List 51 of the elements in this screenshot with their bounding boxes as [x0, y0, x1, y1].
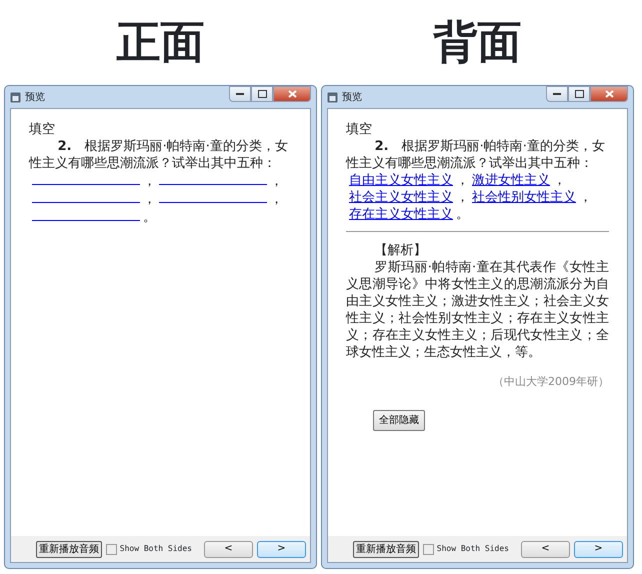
replay-audio-button[interactable]: 重新播放音频	[352, 540, 419, 558]
answer-text: 社会性别女性主义	[472, 190, 576, 205]
maximize-icon	[258, 90, 266, 98]
hide-all-button[interactable]: 全部隐藏	[373, 410, 425, 431]
minimize-icon	[236, 92, 244, 96]
minimize-button[interactable]	[229, 86, 251, 102]
punctuation: ，	[553, 173, 566, 188]
minimize-icon	[553, 92, 561, 96]
punctuation: ，	[143, 192, 156, 207]
app-icon	[327, 92, 338, 102]
minimize-button[interactable]	[546, 86, 568, 102]
answer-text: 社会主义女性主义	[349, 190, 453, 205]
answer-text: 激进女性主义	[472, 173, 550, 188]
nav-button[interactable]: >	[574, 540, 623, 558]
analysis-text: 罗斯玛丽·帕特南·童在其代表作《女性主义思潮导论》中将女性主义的思潮流派分为自由主义女性主义；激进女性主义；社会主义女性主义；社会性别女性主义；存在主义女性主义；存在主义女性主义；后现代女性主义；全球女性主义；生态女性主义，等。	[346, 259, 609, 361]
close-icon	[288, 90, 296, 98]
punctuation: ，	[456, 173, 469, 188]
maximize-button[interactable]	[568, 86, 590, 102]
checkbox-label: Show Both Sides	[120, 543, 192, 555]
panel-heading: 背面	[432, 16, 522, 70]
question-text: 2. 根据罗斯玛丽·帕特南·童的分类，女性主义有哪些思潮流派？试举出其中五种：	[29, 138, 289, 172]
section-label: 填空	[29, 121, 56, 138]
nav-button[interactable]: >	[257, 540, 306, 558]
punctuation: ，	[456, 190, 469, 205]
maximize-icon	[574, 90, 584, 98]
section-label: 填空	[346, 121, 373, 138]
panel-heading: 正面	[116, 16, 206, 70]
window-title: 预览	[342, 90, 362, 104]
replay-audio-button[interactable]: 重新播放音频	[36, 540, 102, 558]
question-text: 2. 根据罗斯玛丽·帕特南·童的分类，女性主义有哪些思潮流派？试举出其中五种：	[346, 138, 606, 172]
window-title: 预览	[25, 90, 45, 104]
punctuation: 。	[143, 210, 156, 225]
nav-button[interactable]: <	[521, 540, 570, 558]
checkbox[interactable]	[106, 544, 117, 554]
punctuation: ，	[579, 190, 592, 205]
close-button[interactable]	[273, 86, 311, 102]
punctuation: 。	[456, 207, 469, 222]
close-button[interactable]	[590, 86, 628, 102]
punctuation: ，	[270, 174, 283, 189]
nav-button[interactable]: <	[204, 540, 253, 558]
analysis-heading: 【解析】	[374, 242, 428, 259]
checkbox-label: Show Both Sides	[436, 543, 509, 555]
punctuation: ，	[270, 192, 283, 207]
checkbox[interactable]	[422, 544, 434, 554]
app-icon	[10, 92, 21, 102]
maximize-button[interactable]	[251, 86, 273, 102]
answer-text: 自由主义女性主义	[349, 173, 453, 188]
source-note: （中山大学2009年研）	[492, 374, 609, 390]
close-icon	[604, 90, 614, 98]
punctuation: ，	[143, 174, 156, 189]
answer-text: 存在主义女性主义	[349, 207, 453, 222]
